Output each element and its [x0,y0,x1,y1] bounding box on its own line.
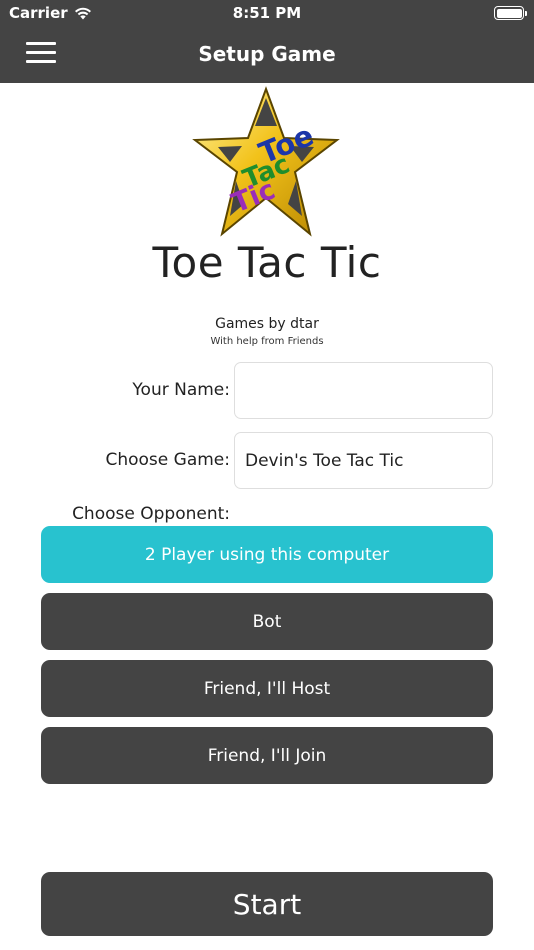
opponent-friend-host-button[interactable]: Friend, I'll Host [41,660,493,717]
choose-game-input[interactable] [234,432,493,489]
choose-game-label: Choose Game: [105,450,230,470]
opponent-two-player-button[interactable]: 2 Player using this computer [41,526,493,583]
status-time: 8:51 PM [232,4,302,22]
nav-title: Setup Game [198,42,336,66]
choose-opponent-label: Choose Opponent: [72,504,230,524]
your-name-input[interactable] [234,362,493,419]
opponent-bot-button[interactable]: Bot [41,593,493,650]
your-name-label: Your Name: [132,380,230,400]
navigation-bar: Carrier 8:51 PM Setup Game [0,0,534,83]
app-logo-star-icon: Toe Tac Tic [192,86,340,237]
start-button[interactable]: Start [41,872,493,936]
opponent-friend-join-button[interactable]: Friend, I'll Join [41,727,493,784]
credit-text: Games by dtar [215,316,319,332]
credit-subtext: With help from Friends [210,336,324,347]
app-title: Toe Tac Tic [152,238,382,287]
battery-icon [494,6,527,20]
setup-game-screen: Carrier 8:51 PM Setup Game Toe Tac Tic T… [0,0,534,950]
